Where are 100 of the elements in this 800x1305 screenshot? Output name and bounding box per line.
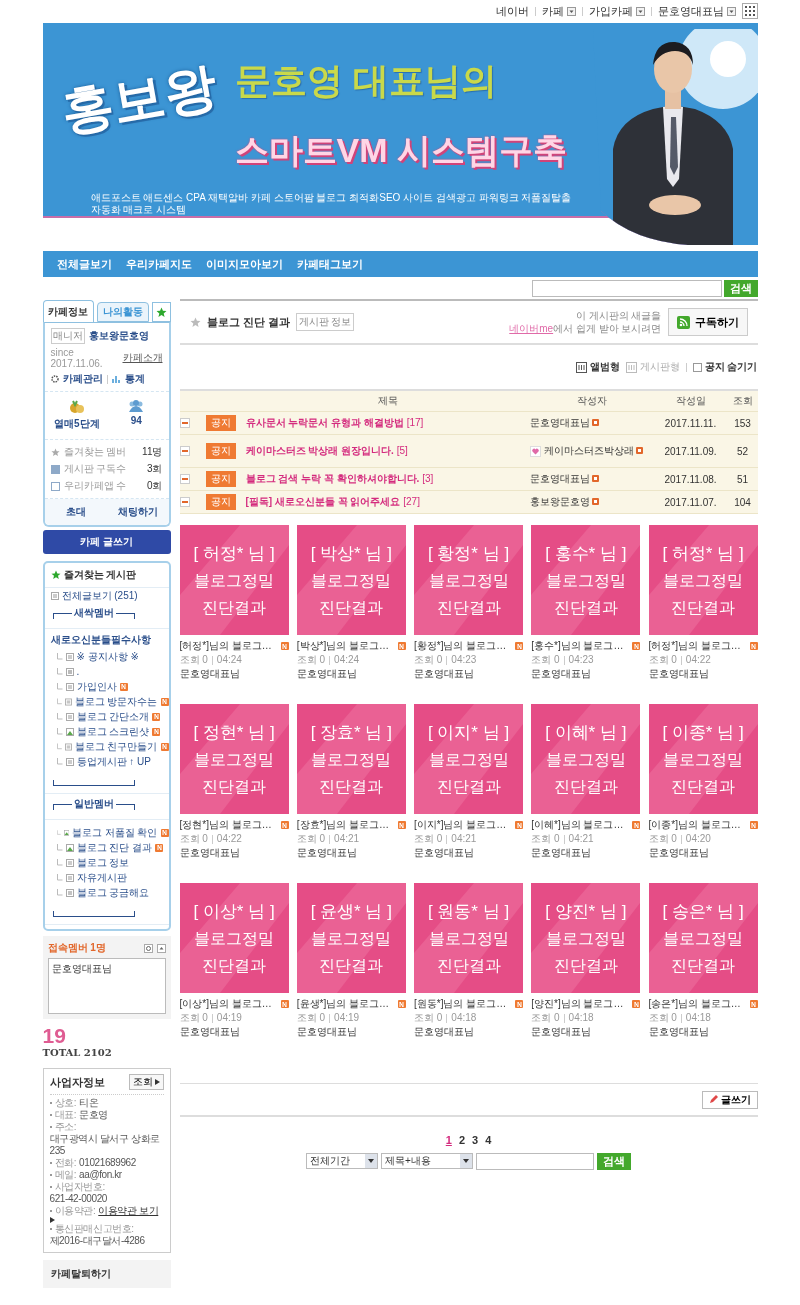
page-link[interactable]: 4 bbox=[485, 1134, 492, 1146]
collapse-button[interactable] bbox=[179, 418, 190, 428]
view-count: 52 bbox=[735, 445, 750, 457]
board-icon bbox=[64, 742, 72, 751]
dropdown-icon[interactable] bbox=[726, 6, 736, 16]
post-title-link[interactable]: [이혜*]님의 블로그… bbox=[531, 818, 624, 832]
board-link[interactable]: 등업게시판 ↑ UP bbox=[44, 754, 169, 769]
board-link[interactable]: 블로그 방문자수는 bbox=[44, 694, 169, 709]
board-link[interactable]: 블로그 진단 결과 bbox=[44, 840, 169, 855]
author-name[interactable]: 케이마스터즈박상래 bbox=[543, 445, 644, 457]
post-title-link[interactable]: [정현*]님의 블로그… bbox=[179, 818, 272, 832]
board-link[interactable]: 블로그 궁금해요 bbox=[44, 885, 169, 900]
scope-select[interactable]: 제목+내용 bbox=[381, 1153, 473, 1169]
thumbnail-caption: [ 박상* 님 ] bbox=[310, 542, 392, 565]
subscribe-button[interactable]: 구독하기 bbox=[667, 308, 748, 336]
board-link[interactable]: 블로그 간단소개 bbox=[44, 709, 169, 724]
author-name[interactable]: 문호영대표님 bbox=[414, 667, 523, 681]
board-link[interactable]: 가입인사 bbox=[44, 679, 169, 694]
post-title-link[interactable]: [윤생*]님의 블로그… bbox=[296, 997, 389, 1011]
post-title-link[interactable]: 블로그 검색 누락 꼭 확인하셔야합니다. bbox=[245, 473, 420, 484]
top-link[interactable]: 카페 bbox=[541, 3, 576, 19]
post-title-link[interactable]: [허정*]님의 블로그… bbox=[179, 639, 272, 653]
post-title-link[interactable]: [허정*]님의 블로그… bbox=[648, 639, 741, 653]
board-link[interactable]: 블로그 스크린샷 bbox=[44, 724, 169, 739]
page-link[interactable]: 3 bbox=[472, 1134, 479, 1146]
lookup-button[interactable]: 조회 bbox=[128, 1074, 164, 1090]
post-title-link[interactable]: 유사문서 누락문서 유형과 해결방법 bbox=[245, 417, 404, 428]
cafe-action-button[interactable]: 채팅하기 bbox=[106, 499, 169, 525]
board-link[interactable]: 전체글보기 (251) bbox=[44, 588, 169, 603]
board-link[interactable]: 블로그 친구만들기 bbox=[44, 739, 169, 754]
author-name[interactable]: 문호영대표님 bbox=[648, 667, 758, 681]
post-title-link[interactable]: [홍수*]님의 블로그… bbox=[531, 639, 624, 653]
board-link[interactable]: ※ 공지사항 ※ bbox=[44, 649, 169, 664]
page-link[interactable]: 1 bbox=[445, 1134, 452, 1146]
dropdown-icon[interactable] bbox=[635, 6, 645, 16]
board-link[interactable]: 블로그 저품질 확인 bbox=[44, 825, 169, 840]
post-title-link[interactable]: [이종*]님의 블로그… bbox=[648, 818, 741, 832]
author-name[interactable]: 문호영대표님 bbox=[296, 667, 406, 681]
post-title-link[interactable]: 케이마스터즈 박상래 원장입니다. bbox=[245, 445, 394, 456]
online-member[interactable]: 문호영대표님 bbox=[51, 962, 162, 976]
post-title-link[interactable]: [박상*]님의 블로그… bbox=[296, 639, 389, 653]
collapse-button[interactable] bbox=[179, 497, 190, 507]
author-name[interactable]: 문호영대표님 bbox=[179, 1025, 289, 1039]
author-name[interactable]: 문호영대표님 bbox=[296, 1025, 406, 1039]
cafe-intro-link[interactable]: 카페소개 bbox=[122, 351, 163, 365]
author-name[interactable]: 홍보왕문호영 bbox=[529, 496, 600, 508]
post-title-link[interactable]: [이상*]님의 블로그… bbox=[179, 997, 272, 1011]
thumbnail-caption: [ 윤생* 님 ] bbox=[310, 900, 392, 923]
page-link[interactable]: 2 bbox=[458, 1134, 465, 1146]
post-title-link[interactable]: [황정*]님의 블로그… bbox=[414, 639, 507, 653]
write-button[interactable]: 글쓰기 bbox=[701, 1090, 758, 1109]
favorite-button[interactable] bbox=[151, 302, 171, 322]
author-name[interactable]: 문호영대표님 bbox=[648, 846, 758, 860]
top-link[interactable]: 가입카페 bbox=[588, 3, 645, 19]
post-title-link[interactable]: [장효*]님의 블로그… bbox=[296, 818, 389, 832]
thumbnail-caption: [ 원동* 님 ] bbox=[427, 900, 510, 923]
author-name[interactable]: 문호영대표님 bbox=[531, 846, 641, 860]
stats-link[interactable]: 통계 bbox=[124, 372, 145, 386]
tree-line-icon bbox=[56, 712, 63, 721]
author-name[interactable]: 문호영대표님 bbox=[414, 846, 523, 860]
refresh-icon[interactable] bbox=[143, 943, 153, 953]
post-title-link[interactable]: [원동*]님의 블로그… bbox=[414, 997, 507, 1011]
board-link[interactable]: 자유게시판 bbox=[44, 870, 169, 885]
cafe-admin-link[interactable]: 카페관리 bbox=[62, 372, 103, 386]
gear-icon bbox=[50, 375, 59, 383]
post-title-link[interactable]: [양진*]님의 블로그… bbox=[531, 997, 624, 1011]
hide-notice-checkbox[interactable]: 공지 숨기기 bbox=[692, 360, 758, 374]
top-link[interactable]: 문호영대표님 bbox=[657, 3, 736, 19]
author-name[interactable]: 문호영대표님 bbox=[648, 1025, 758, 1039]
author-name[interactable]: 문호영대표님 bbox=[531, 667, 641, 681]
terms-link[interactable]: 이용약관 보기 bbox=[98, 1205, 159, 1217]
total-count: TOTAL 2102 bbox=[42, 1047, 113, 1058]
business-info-value: 티온 bbox=[79, 1097, 99, 1109]
cafe-write-button[interactable]: 카페 글쓰기 bbox=[42, 530, 171, 554]
top-link[interactable]: 네이버 bbox=[495, 3, 529, 19]
author-name[interactable]: 문호영대표님 bbox=[296, 846, 406, 860]
period-select[interactable]: 전체기간 bbox=[306, 1153, 378, 1169]
cafe-action-button[interactable]: 초대 bbox=[44, 499, 107, 525]
author-name[interactable]: 문호영대표님 bbox=[529, 417, 600, 429]
sidebar-tab[interactable]: 카페정보 bbox=[42, 300, 95, 322]
view-toggle[interactable]: 앨범형 bbox=[575, 360, 620, 374]
board-link[interactable]: . bbox=[44, 664, 169, 679]
apps-grid-icon[interactable] bbox=[741, 3, 758, 19]
search-field[interactable] bbox=[531, 279, 722, 297]
author-name[interactable]: 문호영대표님 bbox=[179, 667, 289, 681]
business-info-value: aa@fon.kr bbox=[79, 1169, 122, 1181]
collapse-button[interactable] bbox=[179, 474, 190, 484]
post-title-link[interactable]: [필독] 새로오신분들 꼭 읽어주세요 bbox=[245, 496, 401, 507]
author-name[interactable]: 문호영대표님 bbox=[529, 473, 600, 485]
dropdown-icon[interactable] bbox=[566, 6, 576, 16]
board-info-tag[interactable]: 게시판 정보 bbox=[295, 313, 355, 331]
post-title-link[interactable]: [이지*]님의 블로그… bbox=[414, 818, 507, 832]
author-name[interactable]: 문호영대표님 bbox=[414, 1025, 523, 1039]
collapse-icon[interactable] bbox=[156, 943, 166, 953]
author-name[interactable]: 문호영대표님 bbox=[179, 846, 289, 860]
search-field[interactable] bbox=[476, 1153, 594, 1170]
post-title-link[interactable]: [송은*]님의 블로그… bbox=[648, 997, 741, 1011]
author-name[interactable]: 문호영대표님 bbox=[531, 1025, 641, 1039]
board-link[interactable]: 블로그 정보 bbox=[44, 855, 169, 870]
collapse-button[interactable] bbox=[179, 446, 190, 456]
